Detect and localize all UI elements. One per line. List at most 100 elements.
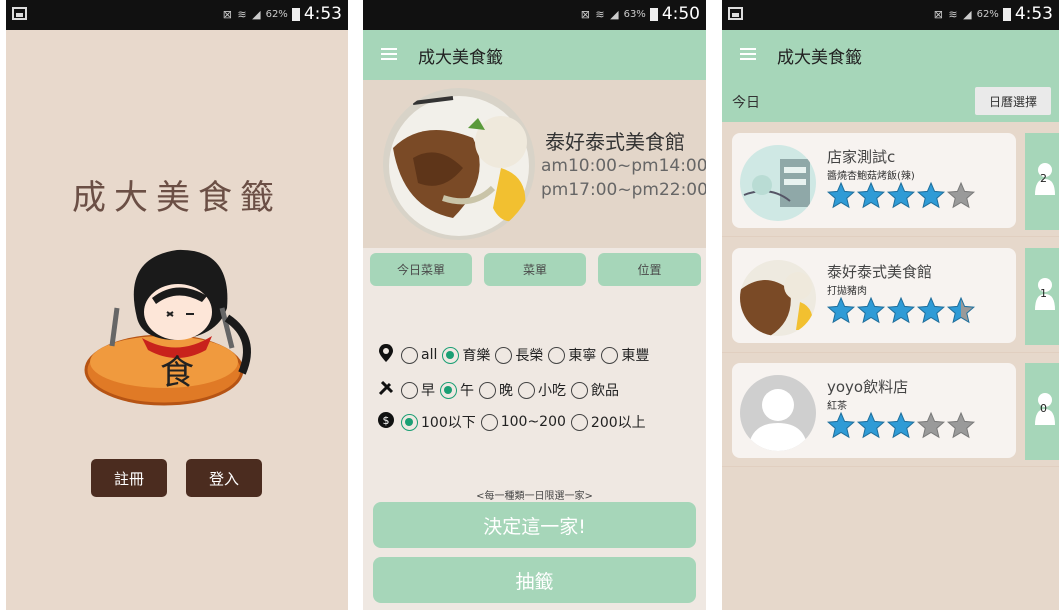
rating-stars	[826, 411, 976, 439]
side-tab[interactable]: 2	[1025, 133, 1059, 230]
price-option[interactable]: 100~200	[480, 413, 566, 431]
star-empty-icon	[946, 181, 976, 209]
signal-icons: ⊠ ≋ ◢	[580, 7, 620, 21]
radio-icon[interactable]	[570, 413, 588, 431]
star-empty-icon	[916, 411, 946, 439]
register-button[interactable]: 註冊	[91, 459, 167, 497]
utensils-icon	[377, 380, 395, 400]
restaurant-thumbnail	[740, 260, 816, 336]
star-filled-icon	[916, 181, 946, 209]
signal-icons: ⊠ ≋ ◢	[933, 7, 973, 21]
radio-selected-icon[interactable]	[401, 413, 418, 431]
divider	[722, 466, 1059, 467]
star-filled-icon	[826, 181, 856, 209]
star-filled-icon	[826, 411, 856, 439]
star-filled-icon	[856, 296, 886, 324]
restaurant-thumbnail	[740, 145, 816, 221]
status-bar: ⊠ ≋ ◢ 62% 4:53	[722, 0, 1059, 30]
svg-text:食: 食	[160, 353, 194, 393]
star-filled-icon	[886, 296, 916, 324]
app-title: 成大美食籤	[72, 178, 282, 218]
restaurant-detail-screen: ⊠ ≋ ◢ 63% 4:50 成大美食籤 泰好泰式美食館 am10:00~pm1…	[363, 0, 706, 610]
dish-name: 紅茶	[827, 401, 847, 412]
restaurant-name: 泰好泰式美食館	[827, 263, 933, 281]
battery-icon	[649, 7, 658, 21]
area-option[interactable]: 長榮	[495, 345, 543, 365]
price-filter: $ 100以下 100~200 200以上	[377, 412, 651, 432]
battery-percent: 62%	[265, 8, 288, 20]
radio-icon[interactable]	[571, 381, 588, 399]
toolbar-title: 成大美食籤	[418, 48, 503, 68]
meal-option[interactable]: 早	[401, 380, 435, 400]
meal-option[interactable]: 晚	[479, 380, 513, 400]
calendar-select-button[interactable]: 日曆選擇	[975, 87, 1051, 115]
restaurant-name: yoyo飲料店	[827, 378, 909, 396]
radio-icon[interactable]	[480, 413, 498, 431]
image-notification-icon	[728, 7, 743, 20]
star-filled-icon	[886, 411, 916, 439]
default-avatar	[740, 375, 816, 451]
mascot-logo: 食	[84, 249, 251, 406]
status-bar: ⊠ ≋ ◢ 63% 4:50	[363, 0, 706, 30]
side-tab[interactable]: 1	[1025, 248, 1059, 345]
restaurant-name: 店家測試c	[827, 148, 896, 166]
tab-menu[interactable]: 菜單	[484, 253, 586, 286]
meal-option[interactable]: 午	[440, 380, 474, 400]
star-filled-icon	[916, 296, 946, 324]
price-option[interactable]: 100以下	[401, 412, 476, 432]
today-label: 今日	[732, 95, 760, 111]
radio-icon[interactable]	[401, 346, 418, 364]
restaurant-photo	[383, 88, 535, 240]
tab-location[interactable]: 位置	[598, 253, 701, 286]
count-badge: 2	[1040, 172, 1047, 185]
divider	[722, 236, 1059, 237]
status-bar: ⊠ ≋ ◢ 62% 4:53	[6, 0, 348, 30]
history-card[interactable]: yoyo飲料店 紅茶	[732, 363, 1016, 458]
rating-stars	[826, 296, 976, 324]
count-badge: 0	[1040, 402, 1047, 415]
radio-icon[interactable]	[495, 346, 513, 364]
history-card[interactable]: 泰好泰式美食館 打拋豬肉	[732, 248, 1016, 343]
hours-morning: am10:00~pm14:00	[541, 156, 706, 176]
meal-option[interactable]: 小吃	[518, 380, 566, 400]
date-bar: 今日 日曆選擇	[722, 80, 1059, 122]
clock: 4:53	[303, 4, 342, 24]
menu-icon[interactable]	[740, 48, 756, 60]
history-card[interactable]: 店家測試c 醬燒杏鮑菇烤飯(辣)	[732, 133, 1016, 228]
area-filter: all 育樂 長榮 東寧 東豐	[377, 344, 654, 366]
dish-name: 打拋豬肉	[827, 286, 867, 297]
splash-screen: ⊠ ≋ ◢ 62% 4:53 成大美食籤 食 註冊 登入	[6, 0, 348, 610]
menu-icon[interactable]	[381, 48, 397, 60]
radio-icon[interactable]	[479, 381, 496, 399]
radio-icon[interactable]	[601, 346, 619, 364]
battery-percent: 62%	[976, 8, 999, 20]
area-option[interactable]: 東寧	[548, 345, 596, 365]
area-option[interactable]: 育樂	[442, 345, 490, 365]
decide-button[interactable]: 決定這一家!	[373, 502, 696, 548]
login-button[interactable]: 登入	[186, 459, 262, 497]
star-filled-icon	[826, 296, 856, 324]
area-option[interactable]: 東豐	[601, 345, 649, 365]
meal-filter: 早 午 晚 小吃 飲品	[377, 380, 624, 400]
radio-icon[interactable]	[401, 381, 418, 399]
radio-selected-icon[interactable]	[442, 346, 460, 364]
restaurant-name: 泰好泰式美食館	[545, 130, 685, 154]
area-option[interactable]: all	[401, 346, 437, 364]
battery-percent: 63%	[623, 8, 646, 20]
radio-selected-icon[interactable]	[440, 381, 457, 399]
radio-icon[interactable]	[518, 381, 535, 399]
clock: 4:50	[661, 4, 700, 24]
radio-icon[interactable]	[548, 346, 566, 364]
toolbar-title: 成大美食籤	[777, 48, 862, 68]
meal-option[interactable]: 飲品	[571, 380, 619, 400]
dollar-icon: $	[377, 412, 395, 432]
draw-lots-button[interactable]: 抽籤	[373, 557, 696, 603]
signal-icons: ⊠ ≋ ◢	[222, 7, 262, 21]
restaurant-header: 泰好泰式美食館 am10:00~pm14:00 pm17:00~pm22:00	[363, 80, 706, 248]
price-option[interactable]: 200以上	[570, 412, 646, 432]
limit-note: <每一種類一日限選一家>	[476, 491, 593, 502]
star-empty-icon	[946, 411, 976, 439]
tab-today-menu[interactable]: 今日菜單	[370, 253, 472, 286]
side-tab[interactable]: 0	[1025, 363, 1059, 460]
app-toolbar: 成大美食籤	[363, 30, 706, 80]
